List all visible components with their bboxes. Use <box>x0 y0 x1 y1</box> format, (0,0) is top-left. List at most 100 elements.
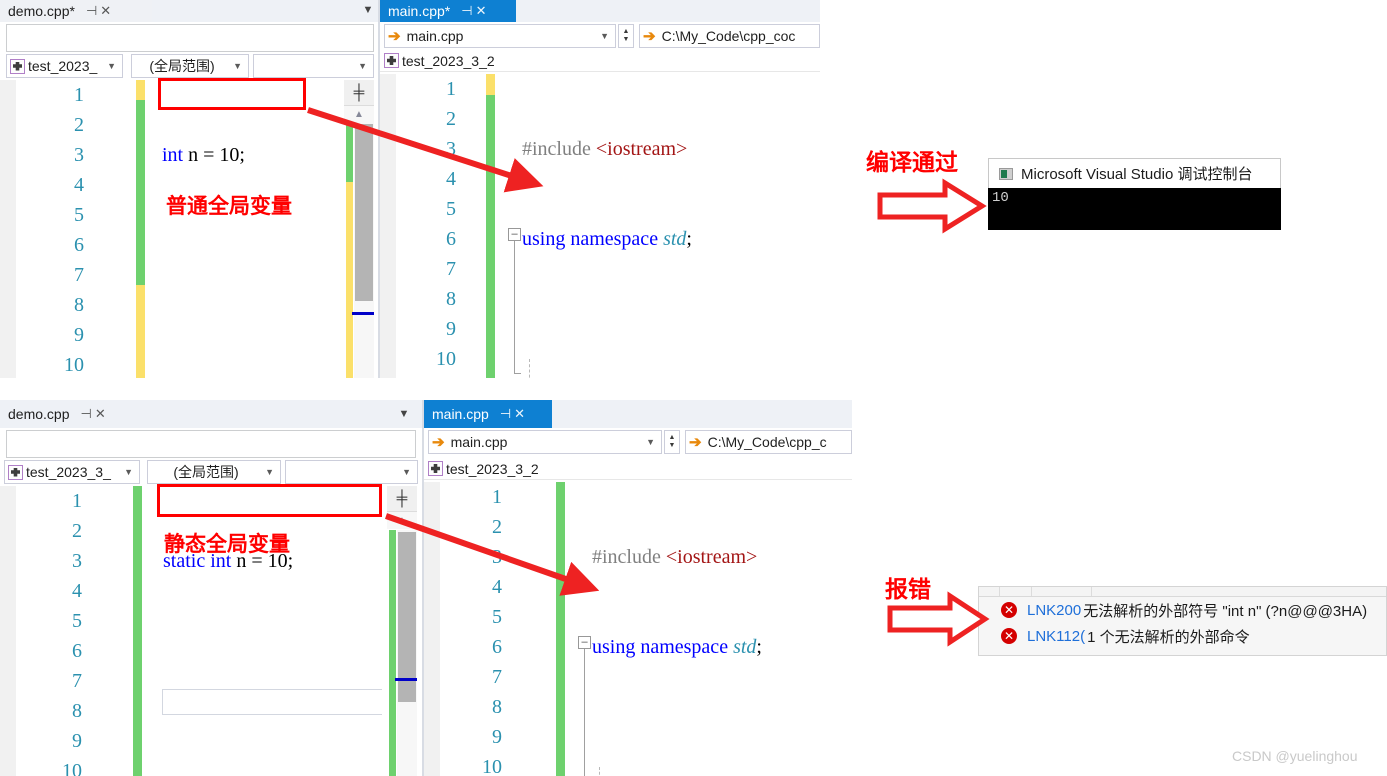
path-combo[interactable]: ➔ C:\My_Code\cpp_c <box>685 430 852 454</box>
split-view-icon[interactable]: ╪ <box>344 80 374 106</box>
scope-combo[interactable]: (全局范围) ▼ <box>147 460 281 484</box>
member-combo[interactable]: ▼ <box>253 54 374 78</box>
navigation-bar: ➔ main.cpp ▼ ▲ ▼ ➔ C:\My_Code\cpp_c <box>424 430 852 456</box>
close-icon[interactable]: ✕ <box>95 406 106 422</box>
file-combo-value: main.cpp <box>406 28 464 44</box>
console-app-icon <box>999 167 1013 180</box>
spinner-up-icon[interactable]: ▲ <box>623 28 630 36</box>
scroll-up-arrow-icon[interactable]: ▲ <box>344 106 374 123</box>
close-icon[interactable]: ✕ <box>100 3 111 19</box>
line-number: 9 <box>492 726 502 748</box>
error-code[interactable]: LNK200 <box>1027 602 1081 619</box>
error-row[interactable]: ✕ LNK200 无法解析的外部符号 "int n" (?n@@@3HA) <box>979 597 1386 623</box>
chevron-down-icon[interactable]: ▼ <box>596 31 613 41</box>
chevron-down-icon[interactable]: ▼ <box>398 467 415 477</box>
path-combo[interactable]: ➔ C:\My_Code\cpp_coc <box>639 24 820 48</box>
code-line-1: #include <iostream> <box>522 134 712 164</box>
line-number: 1 <box>72 490 82 512</box>
pin-icon[interactable]: ⊣ <box>80 406 91 422</box>
include-header: <iostream> <box>595 138 688 160</box>
chevron-down-icon[interactable]: ▼ <box>120 467 137 477</box>
breadcrumb[interactable]: test_2023_3_2 <box>424 458 852 480</box>
code-area[interactable]: 1 2 3 4 5 6 7 8 9 10 – #include <iostrea… <box>424 482 852 776</box>
scope-combo[interactable]: (全局范围) ▼ <box>131 54 249 78</box>
line-number: 6 <box>74 234 84 256</box>
file-combo[interactable]: ➔ main.cpp ▼ <box>384 24 616 48</box>
project-icon <box>10 58 25 74</box>
line-number: 2 <box>492 516 502 538</box>
code-line-1: #include <iostream> <box>592 542 782 572</box>
tab-main-cpp[interactable]: main.cpp* ⊣ ✕ <box>380 0 516 22</box>
chevron-down-icon[interactable]: ▼ <box>103 61 120 71</box>
breadcrumb[interactable]: test_2023_3_2 <box>380 50 820 72</box>
navigation-bar: test_2023_ ▼ (全局范围) ▼ ▼ <box>0 54 380 80</box>
line-number: 6 <box>492 636 502 658</box>
code-area[interactable]: 1 2 3 4 5 6 7 8 9 10 – #include <iostrea… <box>380 74 820 380</box>
scrollbar-thumb[interactable] <box>398 532 416 702</box>
chevron-down-icon[interactable]: ▼ <box>261 467 278 477</box>
tab-demo-cpp[interactable]: demo.cpp* ⊣ ✕ <box>0 0 152 22</box>
tab-main-cpp[interactable]: main.cpp ⊣ ✕ <box>424 400 552 428</box>
line-number: 3 <box>492 546 502 568</box>
tab-demo-cpp[interactable]: demo.cpp ⊣ ✕ <box>0 400 142 428</box>
intellisense-popup[interactable] <box>162 689 382 715</box>
scope-combo-value: (全局范围) <box>149 58 215 74</box>
line-number: 10 <box>62 760 82 776</box>
spinner-down-icon[interactable]: ▼ <box>669 442 676 450</box>
scrollbar-column[interactable]: ╪ ▲ <box>382 486 424 776</box>
close-icon[interactable]: ✕ <box>476 3 487 19</box>
project-combo[interactable]: test_2023_3_ ▼ <box>4 460 140 484</box>
code-area[interactable]: 1 2 3 4 5 6 7 8 9 10 static int n = 10; … <box>0 486 382 776</box>
tabstrip: demo.cpp ⊣ ✕ ▼ <box>0 400 424 428</box>
error-code[interactable]: LNK112( <box>1027 628 1085 645</box>
line-number: 9 <box>446 318 456 340</box>
split-view-icon[interactable]: ╪ <box>387 486 417 512</box>
scrollbar-column[interactable]: ╪ ▲ <box>338 80 380 380</box>
pin-icon[interactable]: ⊣ <box>461 3 472 19</box>
path-combo-value: C:\My_Code\cpp_coc <box>661 28 796 44</box>
chevron-down-icon[interactable]: ▼ <box>229 61 246 71</box>
line-number-column: 1 2 3 4 5 6 7 8 9 10 <box>36 486 82 776</box>
nav-spinner[interactable]: ▲ ▼ <box>664 430 680 454</box>
pin-icon[interactable]: ⊣ <box>500 406 511 422</box>
forward-arrow-icon: ➔ <box>432 434 445 451</box>
nav-spinner[interactable]: ▲ ▼ <box>618 24 634 48</box>
project-icon <box>428 461 443 476</box>
line-number: 3 <box>446 138 456 160</box>
error-label: 报错 <box>885 576 931 602</box>
navigation-bar: ➔ main.cpp ▼ ▲ ▼ ➔ C:\My_Code\cpp_coc <box>380 24 820 50</box>
code-area[interactable]: 1 2 3 4 5 6 7 8 9 10 int n = 10; 普通全局变量 <box>0 80 338 380</box>
line-number: 6 <box>446 228 456 250</box>
tabstrip: main.cpp* ⊣ ✕ <box>380 0 820 22</box>
top-right-editor-panel: main.cpp* ⊣ ✕ ➔ main.cpp ▼ ▲ ▼ ➔ C:\My_C… <box>380 0 820 380</box>
member-combo[interactable]: ▼ <box>285 460 418 484</box>
scrollbar-thumb[interactable] <box>355 124 373 301</box>
code-keyword: using namespace <box>592 636 734 658</box>
close-icon[interactable]: ✕ <box>514 406 525 422</box>
chevron-down-icon[interactable]: ▼ <box>354 61 371 71</box>
top-left-editor-panel: demo.cpp* ⊣ ✕ ▼ test_2023_ ▼ (全局范围) ▼ ▼ <box>0 0 380 380</box>
forward-arrow-icon: ➔ <box>388 28 401 45</box>
change-tracking-bar <box>133 486 142 776</box>
scroll-up-arrow-icon[interactable]: ▲ <box>387 512 417 529</box>
line-number: 2 <box>74 114 84 136</box>
line-number: 6 <box>72 640 82 662</box>
spinner-down-icon[interactable]: ▼ <box>623 36 630 44</box>
spinner-up-icon[interactable]: ▲ <box>669 434 676 442</box>
collapse-region-icon[interactable]: – <box>508 228 521 241</box>
find-bar[interactable] <box>6 24 374 52</box>
file-combo[interactable]: ➔ main.cpp ▼ <box>428 430 662 454</box>
line-number: 8 <box>72 700 82 722</box>
preprocessor-directive: #include <box>592 546 666 568</box>
chevron-down-icon[interactable]: ▼ <box>398 408 410 420</box>
error-message: 无法解析的外部符号 "int n" (?n@@@3HA) <box>1083 602 1368 620</box>
chevron-down-icon[interactable]: ▼ <box>642 437 659 447</box>
collapse-region-icon[interactable]: – <box>578 636 591 649</box>
error-row[interactable]: ✕ LNK112( 1 个无法解析的外部命令 <box>979 623 1386 649</box>
forward-arrow-icon: ➔ <box>643 28 656 45</box>
project-combo[interactable]: test_2023_ ▼ <box>6 54 123 78</box>
chevron-down-icon[interactable]: ▼ <box>362 4 374 16</box>
compile-pass-label: 编译通过 <box>866 149 958 175</box>
pin-icon[interactable]: ⊣ <box>86 3 97 19</box>
find-bar[interactable] <box>6 430 416 458</box>
